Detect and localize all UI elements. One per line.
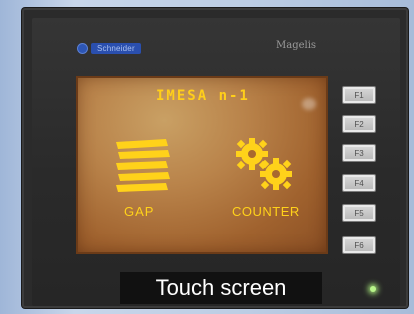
function-key-f5[interactable]: F5 — [342, 204, 376, 222]
spring-coils-icon — [116, 139, 170, 192]
gears-icon — [236, 138, 292, 190]
photo-background: Schneider Magelis IMESA n-1 GAP COUNTER … — [0, 0, 414, 314]
function-key-f3[interactable]: F3 — [342, 144, 376, 162]
power-icon — [78, 43, 87, 53]
function-key-f2[interactable]: F2 — [342, 115, 376, 133]
brand-badge: Schneider — [78, 41, 141, 55]
function-key-f4[interactable]: F4 — [342, 174, 376, 192]
brand-name: Magelis — [276, 40, 317, 51]
touch-screen-display[interactable]: IMESA n-1 GAP COUNTER — [76, 76, 328, 254]
screen-glare — [302, 98, 316, 110]
function-key-f6[interactable]: F6 — [342, 236, 376, 254]
brand-badge-text: Schneider — [91, 42, 141, 54]
caption-label: Touch screen — [120, 272, 322, 304]
screen-title: IMESA n-1 — [156, 88, 250, 104]
function-key-f1[interactable]: F1 — [342, 86, 376, 104]
status-led-icon — [370, 286, 376, 292]
gap-label: GAP — [124, 204, 155, 219]
counter-label: COUNTER — [232, 204, 300, 219]
